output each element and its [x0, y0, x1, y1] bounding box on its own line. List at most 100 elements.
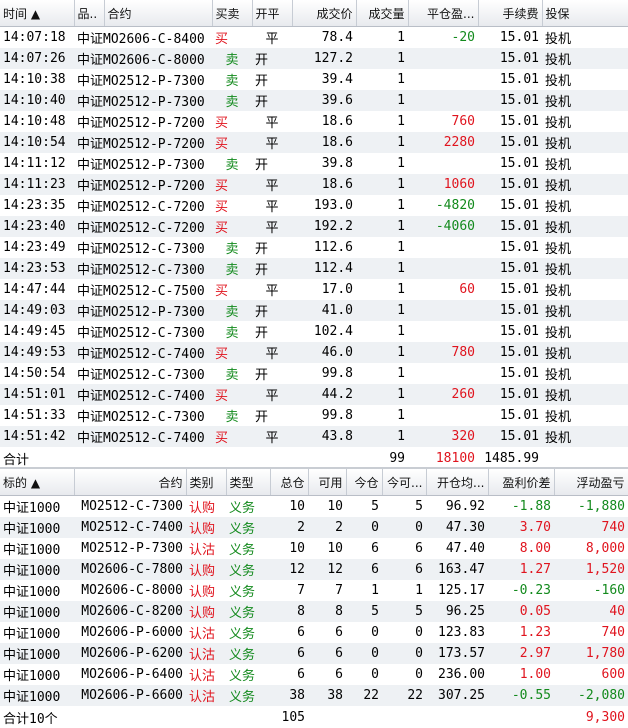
trade-close-pnl: [408, 321, 478, 342]
position-underlying: 中证1000: [0, 643, 74, 664]
col-header-contract[interactable]: 合约: [104, 0, 213, 27]
trade-row[interactable]: 14:49:45 中证MO2512-C-7300 卖 开 102.4 1 15.01 投机: [0, 321, 628, 342]
trade-contract: 中证MO2512-C-7300: [74, 258, 212, 279]
col-header-today-available[interactable]: 今可...: [382, 469, 427, 496]
position-float-pnl: 1,520: [554, 559, 628, 580]
trade-row[interactable]: 14:47:44 中证MO2512-C-7500 买 平 17.0 1 60 15.01 投机: [0, 279, 628, 300]
trade-close-pnl: [408, 69, 478, 90]
trade-hedge: 投机: [542, 174, 628, 195]
trade-fee: 15.01: [499, 198, 539, 213]
trade-row[interactable]: 14:07:18 中证MO2606-C-8400 买 平 78.4 1 -20 15.01 投机: [0, 27, 628, 49]
trade-row[interactable]: 14:50:54 中证MO2512-C-7300 卖 开 99.8 1 15.01 投机: [0, 363, 628, 384]
trade-close-pnl: 320: [408, 426, 478, 447]
trade-row[interactable]: 14:23:53 中证MO2512-C-7300 卖开 112.4 1 15.01 投机: [0, 258, 628, 279]
position-total: 7: [297, 583, 305, 598]
trade-row[interactable]: 14:10:48 中证MO2512-P-7200 买 平 18.6 1 760 15.01 投机: [0, 111, 628, 132]
trade-fee: 15.01: [499, 324, 539, 339]
trade-open-close: 开: [255, 410, 269, 425]
trade-volume: 1: [397, 366, 405, 381]
col-header-price[interactable]: 成交价: [292, 0, 357, 27]
position-today-available: 0: [415, 667, 423, 682]
col-header-open-close[interactable]: 开平: [252, 0, 293, 27]
trade-open-close: 平: [252, 132, 292, 153]
position-row[interactable]: 中证1000 MO2606-P-6400 认沽 义务 6 6 0 0 236.00 1.00 600: [0, 664, 628, 685]
trade-row[interactable]: 14:07:26 中证MO2606-C-8000 卖开 127.2 1 15.01 投机: [0, 48, 628, 69]
position-row[interactable]: 中证1000 MO2606-C-8000 认购 义务 7 7 1 1 125.17 -0.23 -1…: [0, 580, 628, 601]
col-header-close-pnl[interactable]: 平仓盈...: [408, 0, 479, 27]
col-header-spread[interactable]: 盈利价差: [488, 469, 555, 496]
col-header-product[interactable]: 品..: [74, 0, 105, 27]
col-header-time[interactable]: 时间 ▲: [0, 0, 75, 27]
trade-close-pnl: -20: [451, 30, 475, 45]
position-today-available: 5: [382, 601, 426, 622]
trade-side: 卖: [212, 300, 252, 321]
trade-volume: 1: [356, 216, 408, 237]
trade-hedge: 投机: [545, 200, 572, 215]
trade-row[interactable]: 14:10:54 中证MO2512-P-7200 买平 18.6 1 2280 15.01 投…: [0, 132, 628, 153]
trade-fee: 15.01: [478, 384, 542, 405]
trade-row[interactable]: 14:49:03 中证MO2512-P-7300 卖开 41.0 1 15.01 投机: [0, 300, 628, 321]
trade-price: 127.2: [292, 48, 356, 69]
trade-contract: 中证MO2512-C-7500: [77, 284, 205, 299]
col-header-underlying[interactable]: 标的 ▲: [0, 469, 75, 496]
position-available: 6: [335, 625, 343, 640]
trade-contract: 中证MO2512-P-7200: [77, 116, 205, 131]
position-row[interactable]: 中证1000 MO2512-P-7300 认沽 义务 10 10 6 6 47.40 8.00 8,…: [0, 538, 628, 559]
trade-price: 39.6: [292, 90, 356, 111]
col-header-category[interactable]: 类别: [186, 469, 227, 496]
trade-row[interactable]: 14:11:12 中证MO2512-P-7300 卖 开 39.8 1 15.01 投机: [0, 153, 628, 174]
position-today-available: 6: [415, 541, 423, 556]
trade-header-row: 时间 ▲ 品.. 合约 买卖 开平 成交价 成交量 平仓盈... 手续费 投保: [0, 0, 628, 27]
trade-row[interactable]: 14:23:49 中证MO2512-C-7300 卖 开 112.6 1 15.01 投机: [0, 237, 628, 258]
position-row[interactable]: 中证1000 MO2606-P-6600 认沽 义务 38 38 22 22 307.25 -0.…: [0, 685, 628, 706]
col-header-side[interactable]: 买卖: [212, 0, 253, 27]
trade-time: 14:51:33: [3, 408, 66, 423]
trade-row[interactable]: 14:23:35 中证MO2512-C-7200 买 平 193.0 1 -4820 15.0…: [0, 195, 628, 216]
trade-fee: 15.01: [499, 114, 539, 129]
trade-row[interactable]: 14:10:38 中证MO2512-P-7300 卖 开 39.4 1 15.01 投机: [0, 69, 628, 90]
trade-row[interactable]: 14:49:53 中证MO2512-C-7400 买平 46.0 1 780 15.01 投机: [0, 342, 628, 363]
trade-hedge: 投机: [542, 384, 628, 405]
trade-close-pnl: 1060: [408, 174, 478, 195]
col-header-avg-open[interactable]: 开仓均...: [426, 469, 489, 496]
trade-hedge: 投机: [545, 368, 572, 383]
position-type: 义务: [226, 517, 270, 538]
col-header-fee[interactable]: 手续费: [478, 0, 543, 27]
col-header-type[interactable]: 类型: [226, 469, 271, 496]
trade-row[interactable]: 14:51:33 中证MO2512-C-7300 卖 开 99.8 1 15.01 投机: [0, 405, 628, 426]
position-row[interactable]: 中证1000 MO2512-C-7300 认购 义务 10 10 5 5 96.92 -1.88 -…: [0, 496, 628, 518]
position-today: 0: [371, 625, 379, 640]
position-avg-open: 173.57: [426, 643, 488, 664]
position-today-available: 22: [382, 685, 426, 706]
col-header-available[interactable]: 可用: [308, 469, 347, 496]
position-total: 6: [297, 625, 305, 640]
col-header-float-pnl[interactable]: 浮动盈亏: [554, 469, 628, 496]
position-contract: MO2512-C-7400: [74, 517, 186, 538]
trade-contract: 中证MO2512-P-7200: [74, 174, 212, 195]
trade-summary-fee: 1485.99: [478, 447, 542, 469]
position-category: 认沽: [189, 627, 216, 642]
position-row[interactable]: 中证1000 MO2606-P-6000 认沽 义务 6 6 0 0 123.83 1.23 740: [0, 622, 628, 643]
trade-open-close: 开: [255, 158, 269, 173]
trade-volume: 1: [356, 384, 408, 405]
col-header-pos-contract[interactable]: 合约: [74, 469, 187, 496]
col-header-total[interactable]: 总仓: [270, 469, 309, 496]
trade-side: 买: [212, 132, 252, 153]
trade-row[interactable]: 14:51:01 中证MO2512-C-7400 买平 44.2 1 260 15.01 投机: [0, 384, 628, 405]
col-header-volume[interactable]: 成交量: [356, 0, 409, 27]
position-underlying: 中证1000: [0, 559, 74, 580]
trade-contract: 中证MO2512-C-7400: [74, 384, 212, 405]
trade-row[interactable]: 14:51:42 中证MO2512-C-7400 买平 43.8 1 320 15.01 投机: [0, 426, 628, 447]
position-row[interactable]: 中证1000 MO2512-C-7400 认购 义务 2 2 0 0 47.30 3.70 740: [0, 517, 628, 538]
position-row[interactable]: 中证1000 MO2606-C-8200 认购 义务 8 8 5 5 96.25 0.05 40: [0, 601, 628, 622]
trade-close-pnl: [408, 405, 478, 426]
trade-row[interactable]: 14:10:40 中证MO2512-P-7300 卖开 39.6 1 15.01 投机: [0, 90, 628, 111]
trade-row[interactable]: 14:23:40 中证MO2512-C-7200 买平 192.2 1 -4060 15.0…: [0, 216, 628, 237]
col-header-hedge[interactable]: 投保: [542, 0, 628, 27]
position-row[interactable]: 中证1000 MO2606-C-7800 认购 义务 12 12 6 6 163.47 1.27 1…: [0, 559, 628, 580]
position-today-available: 1: [415, 583, 423, 598]
trade-time: 14:11:12: [3, 156, 66, 171]
trade-row[interactable]: 14:11:23 中证MO2512-P-7200 买平 18.6 1 1060 15.01 投…: [0, 174, 628, 195]
col-header-today[interactable]: 今仓: [346, 469, 383, 496]
position-row[interactable]: 中证1000 MO2606-P-6200 认沽 义务 6 6 0 0 173.57 2.97 1,7…: [0, 643, 628, 664]
